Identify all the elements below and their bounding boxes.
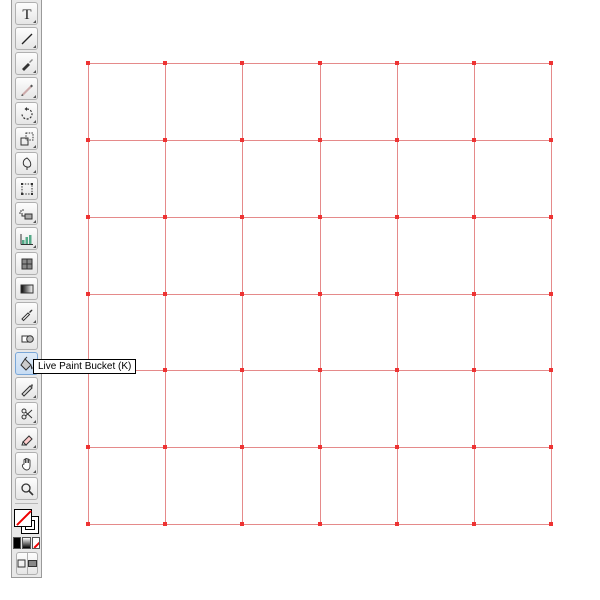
zoom-tool[interactable] (15, 477, 38, 500)
anchor-point[interactable] (549, 61, 553, 65)
anchor-point[interactable] (549, 292, 553, 296)
color-mode-row (13, 537, 40, 549)
anchor-point[interactable] (86, 215, 90, 219)
eraser-tool[interactable] (15, 427, 38, 450)
anchor-point[interactable] (472, 215, 476, 219)
anchor-point[interactable] (395, 445, 399, 449)
anchor-point[interactable] (318, 215, 322, 219)
anchor-point[interactable] (163, 61, 167, 65)
anchor-point[interactable] (549, 445, 553, 449)
fill-stroke-swatch[interactable] (14, 509, 39, 534)
canvas-grid[interactable] (88, 63, 551, 524)
flyout-indicator-icon (33, 170, 36, 173)
anchor-point[interactable] (395, 61, 399, 65)
anchor-point[interactable] (240, 138, 244, 142)
anchor-point[interactable] (395, 138, 399, 142)
anchor-point[interactable] (240, 215, 244, 219)
tooltip: Live Paint Bucket (K) (33, 359, 136, 374)
tools-panel: T (11, 0, 42, 578)
anchor-point[interactable] (163, 368, 167, 372)
gradient-tool[interactable] (15, 277, 38, 300)
mesh-tool[interactable] (15, 252, 38, 275)
flyout-indicator-icon (33, 120, 36, 123)
anchor-point[interactable] (318, 445, 322, 449)
anchor-point[interactable] (472, 368, 476, 372)
anchor-point[interactable] (240, 61, 244, 65)
flyout-indicator-icon (33, 395, 36, 398)
rotate-tool[interactable] (15, 102, 38, 125)
pencil-tool[interactable] (15, 77, 38, 100)
line-tool[interactable] (15, 27, 38, 50)
anchor-point[interactable] (472, 61, 476, 65)
screen-mode-normal[interactable] (16, 552, 27, 575)
anchor-point[interactable] (86, 445, 90, 449)
warp-tool[interactable] (15, 152, 38, 175)
anchor-point[interactable] (163, 292, 167, 296)
svg-text:T: T (22, 7, 31, 22)
anchor-point[interactable] (240, 445, 244, 449)
anchor-point[interactable] (163, 138, 167, 142)
anchor-point[interactable] (240, 292, 244, 296)
screen-mode-full[interactable] (27, 552, 38, 575)
anchor-point[interactable] (472, 445, 476, 449)
flyout-indicator-icon (33, 420, 36, 423)
graph-tool[interactable] (15, 227, 38, 250)
anchor-point[interactable] (472, 292, 476, 296)
separator (15, 503, 38, 504)
anchor-point[interactable] (472, 138, 476, 142)
anchor-point[interactable] (240, 522, 244, 526)
color-mode-none[interactable] (32, 537, 40, 549)
flyout-indicator-icon (33, 470, 36, 473)
anchor-point[interactable] (318, 292, 322, 296)
anchor-point[interactable] (163, 445, 167, 449)
flyout-indicator-icon (33, 320, 36, 323)
hand-tool[interactable] (15, 452, 38, 475)
flyout-indicator-icon (33, 245, 36, 248)
flyout-indicator-icon (33, 45, 36, 48)
scissors-tool[interactable] (15, 402, 38, 425)
anchor-point[interactable] (395, 368, 399, 372)
anchor-point[interactable] (318, 138, 322, 142)
flyout-indicator-icon (33, 220, 36, 223)
anchor-point[interactable] (549, 138, 553, 142)
flyout-indicator-icon (33, 70, 36, 73)
anchor-point[interactable] (395, 522, 399, 526)
anchor-point[interactable] (549, 368, 553, 372)
type-tool[interactable]: T (15, 2, 38, 25)
blend-tool[interactable] (15, 327, 38, 350)
anchor-point[interactable] (86, 138, 90, 142)
flyout-indicator-icon (33, 95, 36, 98)
anchor-point[interactable] (86, 61, 90, 65)
color-mode-solid[interactable] (13, 537, 21, 549)
flyout-indicator-icon (33, 20, 36, 23)
flyout-indicator-icon (33, 445, 36, 448)
anchor-point[interactable] (86, 522, 90, 526)
anchor-point[interactable] (318, 368, 322, 372)
color-mode-gradient[interactable] (22, 537, 30, 549)
free-transform-tool[interactable] (15, 177, 38, 200)
anchor-point[interactable] (318, 522, 322, 526)
paintbrush-tool[interactable] (15, 52, 38, 75)
slice-tool[interactable] (15, 377, 38, 400)
screen-mode-row (13, 551, 40, 576)
fill-swatch-icon (14, 509, 32, 527)
anchor-point[interactable] (318, 61, 322, 65)
anchor-point[interactable] (472, 522, 476, 526)
flyout-indicator-icon (33, 145, 36, 148)
anchor-point[interactable] (395, 215, 399, 219)
anchor-point[interactable] (86, 292, 90, 296)
anchor-point[interactable] (240, 368, 244, 372)
tooltip-text: Live Paint Bucket (K) (38, 361, 131, 372)
symbol-sprayer-tool[interactable] (15, 202, 38, 225)
anchor-point[interactable] (163, 215, 167, 219)
anchor-point[interactable] (395, 292, 399, 296)
eyedropper-tool[interactable] (15, 302, 38, 325)
anchor-point[interactable] (549, 522, 553, 526)
anchor-point[interactable] (549, 215, 553, 219)
anchor-point[interactable] (163, 522, 167, 526)
scale-tool[interactable] (15, 127, 38, 150)
